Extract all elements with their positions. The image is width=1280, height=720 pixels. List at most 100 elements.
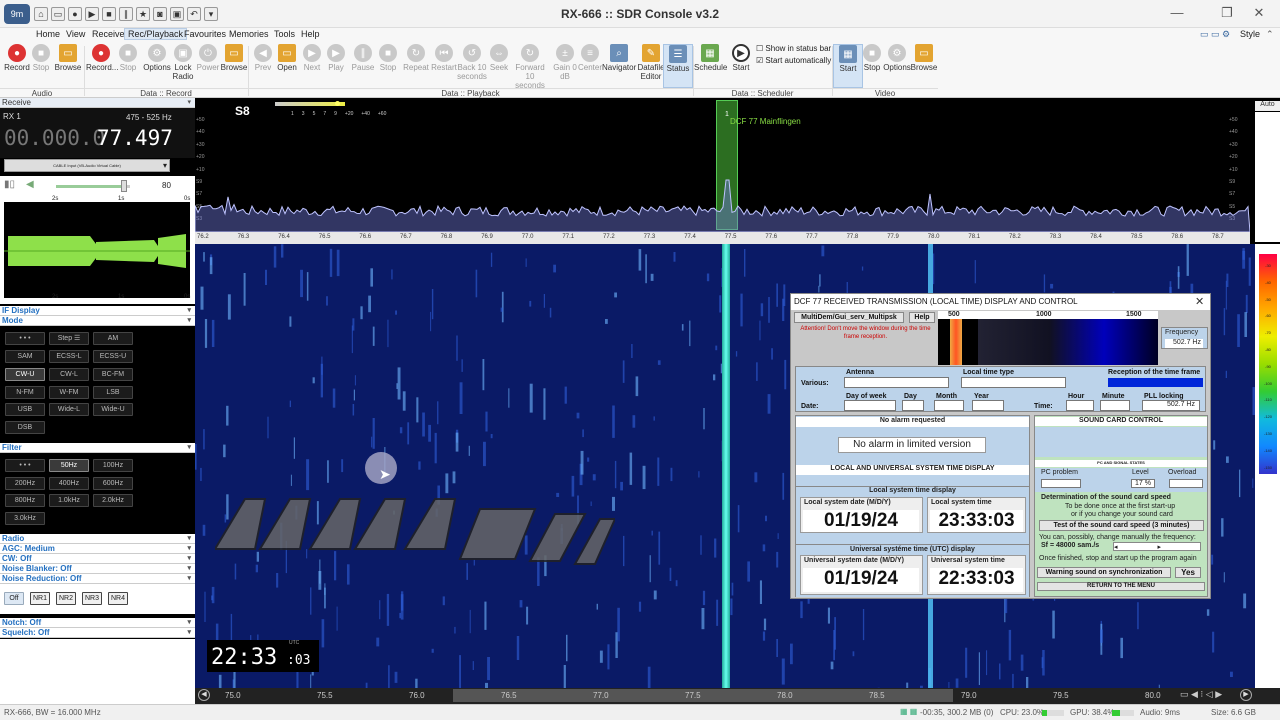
mode-ecss-l-button[interactable]: ECSS-L [49, 350, 89, 363]
dialog-close-icon[interactable]: ✕ [1195, 295, 1204, 308]
play-button[interactable]: ▶ Play [321, 44, 351, 72]
menu-favourites[interactable]: Favourites [184, 29, 226, 39]
show-in-status-bar-check[interactable]: ☐ Show in status bar [756, 44, 831, 53]
navigator-button[interactable]: ⌕ Navigator [602, 44, 636, 72]
filter-header[interactable]: Filter ▾ [0, 443, 195, 453]
toolbar-icons[interactable]: ▭ ◀ ⁝ ◁ ▶ [1180, 689, 1222, 700]
mode-cw-u-button[interactable]: CW-U [5, 368, 45, 381]
filter-2khz-button[interactable]: 2.0kHz [93, 494, 133, 507]
data-stop-button[interactable]: ■ Stop [113, 44, 143, 72]
video-options-button[interactable]: ⚙ Options [882, 44, 912, 72]
status-button[interactable]: ☰ Status [663, 44, 693, 88]
menu-tools[interactable]: Tools [274, 29, 295, 39]
mode-header[interactable]: Mode ▾ [0, 316, 195, 326]
waterfall-color-scale[interactable]: -30 -40 -50 -60 -70 -80 -90 -100 -110 -120 -130 -14… [1255, 244, 1280, 688]
scheduler-start-button[interactable]: ▶ Start [726, 44, 756, 72]
warning-yes-button[interactable]: Yes [1175, 567, 1201, 578]
maximize-button[interactable]: ❐ [1212, 5, 1242, 21]
repeat-button[interactable]: ↻ Repeat [401, 44, 431, 72]
video-browse-button[interactable]: ▭ Browse [909, 44, 939, 72]
filter-100hz-button[interactable]: 100Hz [93, 459, 133, 472]
speaker-icon[interactable]: ◀ [26, 179, 34, 190]
mode-ecss-u-button[interactable]: ECSS-U [93, 350, 133, 363]
spectrum-display[interactable]: S8 1 3 5 7 9 +20 +40 +60 +50 +40 +30 +20… [195, 98, 1280, 244]
mode-cw-l-button[interactable]: CW-L [49, 368, 89, 381]
filter-600hz-button[interactable]: 600Hz [93, 477, 133, 490]
layout-icons[interactable]: ▭ ▭ ⚙ [1200, 29, 1230, 40]
mode-bc-fm-button[interactable]: BC-FM [93, 368, 133, 381]
if-display-header[interactable]: IF Display ▾ [0, 306, 195, 316]
mode-lsb-button[interactable]: LSB [93, 386, 133, 399]
mode-wide-l-button[interactable]: Wide-L [49, 403, 89, 416]
mode-more-button[interactable]: • • • [5, 332, 45, 345]
collapse-ribbon-icon[interactable]: ⌃ [1266, 29, 1274, 40]
agc-setting[interactable]: AGC: Medium ▾ [0, 544, 195, 554]
warning-sound-button[interactable]: Warning sound on synchronization [1037, 567, 1171, 578]
datafile-editor-button[interactable]: ✎ Datafile Editor [636, 44, 666, 81]
nr1-button[interactable]: NR1 [30, 592, 50, 605]
menu-receive[interactable]: Receive [92, 29, 125, 39]
minimize-button[interactable]: — [1162, 5, 1192, 20]
multidem-button[interactable]: MultiDem/Gui_serv_Multipsk [794, 312, 904, 323]
seek-button[interactable]: ⇔ Seek [484, 44, 514, 72]
filter-400hz-button[interactable]: 400Hz [49, 477, 89, 490]
menu-view[interactable]: View [66, 29, 85, 39]
noise-reduction-setting[interactable]: Noise Reduction: Off ▾ [0, 574, 195, 584]
scroll-right-button[interactable]: ▶ [1240, 689, 1252, 701]
mode-usb-button[interactable]: USB [5, 403, 45, 416]
mode-step-button[interactable]: Step ☰ [49, 332, 89, 345]
playback-stop-button[interactable]: ■ Stop [373, 44, 403, 72]
nr4-button[interactable]: NR4 [108, 592, 128, 605]
start-automatically-check[interactable]: ☑ Start automatically [756, 56, 831, 65]
filter-3khz-button[interactable]: 3.0kHz [5, 512, 45, 525]
mode-dsb-button[interactable]: DSB [5, 421, 45, 434]
menu-memories[interactable]: Memories [229, 29, 269, 39]
filter-1khz-button[interactable]: 1.0kHz [49, 494, 89, 507]
frequency-digits[interactable]: 77.497 [97, 126, 173, 150]
return-to-menu-button[interactable]: RETURN TO THE MENU [1037, 582, 1205, 591]
filter-more-button[interactable]: • • • [5, 459, 45, 472]
list-icon: ☰ [669, 45, 687, 63]
schedule-button[interactable]: ▦ Schedule [694, 44, 727, 72]
volume-slider[interactable] [56, 180, 130, 192]
nr3-button[interactable]: NR3 [82, 592, 102, 605]
cw-setting[interactable]: CW: Off ▾ [0, 554, 195, 564]
volume-handle[interactable] [121, 180, 127, 192]
data-record-button[interactable]: ● Record... [86, 44, 118, 72]
filter-200hz-button[interactable]: 200Hz [5, 477, 45, 490]
menu-rec-playback[interactable]: Rec/Playback [124, 28, 188, 40]
waterfall-frequency-bar[interactable]: ◀ 75.0 75.5 76.0 76.5 77.0 77.5 78.0 78.5 79.0 79… [195, 688, 1280, 704]
pin-icon[interactable]: ▾ [187, 98, 191, 108]
style-menu[interactable]: Style [1240, 29, 1260, 39]
filter-800hz-button[interactable]: 800Hz [5, 494, 45, 507]
sample-rate-spinner[interactable]: ◂▸ [1113, 542, 1201, 551]
auto-scale-button[interactable]: Auto [1255, 101, 1280, 111]
mode-sam-button[interactable]: SAM [5, 350, 45, 363]
cpu-bar-fill [1042, 710, 1047, 716]
squelch-setting[interactable]: Squelch: Off ▾ [0, 628, 195, 638]
frequency-scale[interactable]: 76.2 76.3 76.4 76.5 76.6 76.7 76.8 76.9 77.0 77.1… [195, 232, 1250, 244]
nr-off-button[interactable]: Off [4, 592, 24, 605]
mode-n-fm-button[interactable]: N-FM [5, 386, 45, 399]
audio-device-select[interactable]: CABLE Input (VB-Audio Virtual Cable) ▾ [4, 159, 170, 172]
notch-setting[interactable]: Notch: Off ▾ [0, 618, 195, 628]
center-button[interactable]: ≡ Center [575, 44, 605, 72]
menu-home[interactable]: Home [36, 29, 60, 39]
audio-stop-button[interactable]: ■ Stop [26, 44, 56, 72]
radio-header[interactable]: Radio ▾ [0, 534, 195, 544]
nr2-button[interactable]: NR2 [56, 592, 76, 605]
filter-50hz-button[interactable]: 50Hz [49, 459, 89, 472]
data-browse-button[interactable]: ▭ Browse [219, 44, 249, 72]
meter-icon[interactable]: ▮▯ [4, 179, 15, 190]
audio-browse-button[interactable]: ▭ Browse [53, 44, 83, 72]
mode-am-button[interactable]: AM [93, 332, 133, 345]
test-sound-card-button[interactable]: Test of the sound card speed (3 minutes) [1039, 520, 1204, 531]
help-button[interactable]: Help [909, 312, 935, 323]
forward-10-button[interactable]: ↻ Forward 10 seconds [511, 44, 549, 90]
menu-help[interactable]: Help [301, 29, 320, 39]
close-button[interactable]: ✕ [1244, 5, 1274, 21]
mode-w-fm-button[interactable]: W-FM [49, 386, 89, 399]
frequency-dim-digits[interactable]: 00.000.0 [4, 126, 105, 150]
noise-blanker-setting[interactable]: Noise Blanker: Off ▾ [0, 564, 195, 574]
mode-wide-u-button[interactable]: Wide-U [93, 403, 133, 416]
